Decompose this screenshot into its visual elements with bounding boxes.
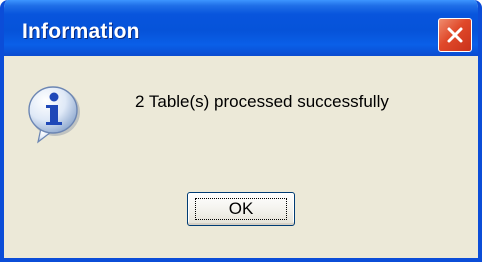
ok-button[interactable]: OK xyxy=(187,192,295,226)
close-button[interactable] xyxy=(438,18,472,52)
information-dialog: Information 2 Table(s) processed success… xyxy=(0,0,482,262)
ok-button-label: OK xyxy=(228,199,254,218)
dialog-content: 2 Table(s) processed successfully OK xyxy=(4,56,478,258)
dialog-title: Information xyxy=(22,20,140,43)
information-icon xyxy=(28,86,80,144)
close-icon xyxy=(447,27,463,43)
message-text: 2 Table(s) processed successfully xyxy=(135,92,389,111)
title-bar[interactable]: Information xyxy=(4,0,478,56)
